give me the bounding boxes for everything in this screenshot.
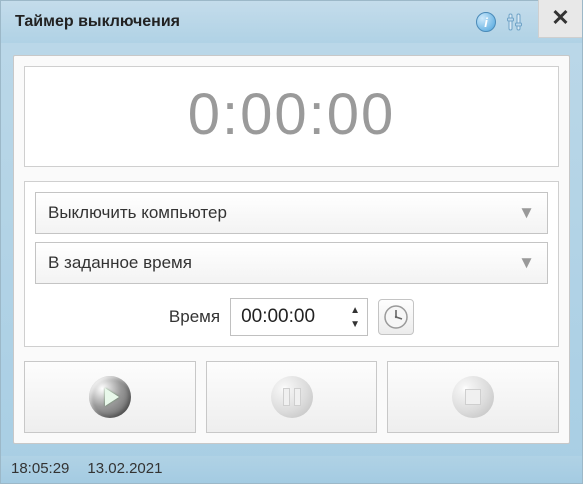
title-icons: i — [476, 12, 526, 32]
mode-select[interactable]: В заданное время ▼ — [35, 242, 548, 284]
timer-display-panel: 0:00:00 — [24, 66, 559, 167]
status-time: 18:05:29 — [11, 460, 69, 477]
time-row: Время 00:00:00 ▲ ▼ — [35, 298, 548, 336]
timer-display: 0:00:00 — [188, 82, 396, 147]
status-date: 13.02.2021 — [87, 460, 162, 477]
pause-button[interactable] — [206, 361, 378, 433]
clock-icon — [383, 304, 409, 330]
close-button[interactable]: ✕ — [538, 0, 582, 38]
window-title: Таймер выключения — [15, 13, 476, 31]
spinner-up[interactable]: ▲ — [347, 303, 363, 317]
settings-icon[interactable] — [504, 12, 526, 32]
chevron-down-icon: ▼ — [518, 203, 535, 223]
info-icon[interactable]: i — [476, 12, 496, 32]
time-spinner: ▲ ▼ — [347, 303, 363, 331]
status-bar: 18:05:29 13.02.2021 — [1, 456, 582, 483]
media-buttons — [24, 361, 559, 433]
app-window: Таймер выключения i ✕ 0:00:00 — [0, 0, 583, 484]
pick-time-button[interactable] — [378, 299, 414, 335]
time-value: 00:00:00 — [241, 306, 341, 328]
close-icon: ✕ — [551, 5, 569, 31]
mode-select-value: В заданное время — [48, 253, 192, 273]
spinner-down[interactable]: ▼ — [347, 317, 363, 331]
time-label: Время — [169, 307, 220, 327]
stop-icon — [452, 376, 494, 418]
action-select-value: Выключить компьютер — [48, 203, 227, 223]
pause-icon — [271, 376, 313, 418]
content-area: 0:00:00 Выключить компьютер ▼ В заданное… — [1, 43, 582, 456]
stop-button[interactable] — [387, 361, 559, 433]
chevron-down-icon: ▼ — [518, 253, 535, 273]
play-button[interactable] — [24, 361, 196, 433]
time-input[interactable]: 00:00:00 ▲ ▼ — [230, 298, 368, 336]
action-select[interactable]: Выключить компьютер ▼ — [35, 192, 548, 234]
title-bar: Таймер выключения i ✕ — [1, 1, 582, 43]
main-panel: 0:00:00 Выключить компьютер ▼ В заданное… — [13, 55, 570, 444]
controls-panel: Выключить компьютер ▼ В заданное время ▼… — [24, 181, 559, 347]
play-icon — [89, 376, 131, 418]
